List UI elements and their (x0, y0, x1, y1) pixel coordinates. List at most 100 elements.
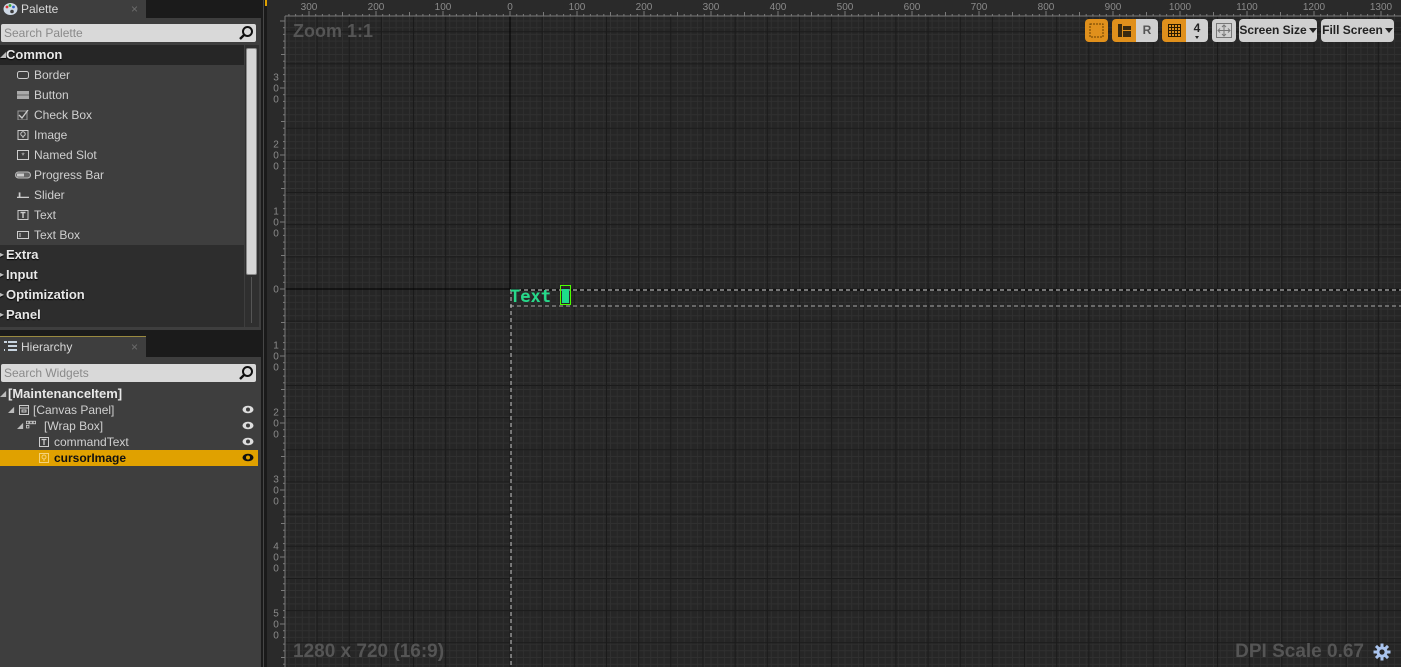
hierarchy-icon (3, 340, 18, 354)
palette-category-panel[interactable]: ▸ Panel (0, 305, 244, 325)
slider-icon (17, 192, 29, 198)
item-label: Image (34, 128, 68, 142)
dpi-scale-label: DPI Scale 0.67 (1235, 641, 1364, 662)
palette-icon (3, 2, 18, 16)
palette-item-button[interactable]: Button (0, 85, 244, 105)
palette-category-optimization[interactable]: ▸ Optimization (0, 285, 244, 305)
close-icon[interactable]: × (131, 0, 138, 18)
expanded-arrow-icon[interactable]: ◢ (0, 386, 6, 402)
palette-item-text-box[interactable]: Text Box (0, 225, 244, 245)
tree-node-wrap-box[interactable]: ◢ [Wrap Box] (0, 418, 258, 434)
ruler-h-label: 200 (368, 2, 385, 13)
tree-node-canvas-panel[interactable]: ◢ [Canvas Panel] (0, 402, 258, 418)
category-label: Optimization (6, 287, 85, 302)
ruler-v-label: 5 (273, 609, 279, 620)
gear-icon[interactable] (1373, 643, 1391, 661)
palette-scrollbar[interactable] (245, 45, 259, 327)
tree-node-root[interactable]: ◢ [MaintenanceItem] (0, 386, 258, 402)
palette-search[interactable] (1, 24, 256, 42)
hierarchy-search-input[interactable] (1, 364, 231, 382)
ruler-h-label: 100 (569, 2, 586, 13)
palette-panel: ◢ Common Border Button Check Box (0, 18, 261, 330)
respect-locks-toggle[interactable] (1112, 19, 1136, 42)
expanded-arrow-icon[interactable]: ◢ (8, 402, 14, 418)
tree-node-label: [Canvas Panel] (33, 403, 115, 417)
ruler-h-label: 0 (507, 2, 513, 13)
ruler-h-label: 1300 (1370, 2, 1393, 13)
search-icon[interactable] (238, 365, 254, 381)
item-label: Button (34, 88, 69, 102)
palette-category-extra[interactable]: ▸ Extra (0, 245, 244, 265)
tree-node-command-text[interactable]: commandText (0, 434, 258, 450)
tab-palette-label: Palette (21, 2, 59, 16)
palette-tabbar: Palette × (0, 0, 263, 18)
palette-item-image[interactable]: Image (0, 125, 244, 145)
ruler-h-label: 500 (837, 2, 854, 13)
item-label: Check Box (34, 108, 93, 122)
palette-category-common[interactable]: ◢ Common (0, 45, 244, 65)
grid-snap-value-dropdown[interactable]: 4 (1186, 19, 1208, 42)
palette-scrollbar-thumb[interactable] (246, 48, 257, 275)
zoom-level-label: Zoom 1:1 (293, 21, 374, 41)
border-icon (17, 71, 29, 79)
fill-screen-dropdown[interactable]: Fill Screen (1321, 19, 1394, 42)
widget-blueprint-editor: Palette × ◢ Common Border (0, 0, 1401, 667)
hierarchy-tabbar: Hierarchy × (0, 336, 263, 357)
grid-snap-toggle[interactable] (1162, 19, 1186, 42)
item-label: Text Box (34, 228, 81, 242)
screen-size-dropdown[interactable]: Screen Size (1239, 19, 1317, 42)
text-icon (17, 210, 29, 220)
hierarchy-search[interactable] (1, 364, 256, 382)
tree-node-label: commandText (54, 435, 129, 449)
palette-item-border[interactable]: Border (0, 65, 244, 85)
palette-item-check-box[interactable]: Check Box (0, 105, 244, 125)
eye-icon[interactable] (242, 453, 254, 462)
palette-list: ◢ Common Border Button Check Box Image *… (0, 45, 244, 327)
designer-canvas[interactable]: 300 200 100 0 100 200 300 400 500 600 700 800 900 100… (267, 0, 1401, 667)
palette-search-input[interactable] (1, 24, 231, 42)
designer-grid: 300 200 100 0 100 200 300 400 500 600 700 800 900 100… (267, 0, 1401, 667)
category-label: Panel (6, 307, 41, 322)
scrollbar-track-line (251, 277, 252, 323)
grid-icon (1167, 24, 1181, 37)
close-icon[interactable]: × (131, 337, 138, 358)
eye-icon[interactable] (242, 405, 254, 414)
zoom-to-fit-button[interactable] (1212, 19, 1236, 42)
ruler-v-label: 2 (273, 140, 279, 151)
item-label: Slider (34, 188, 65, 202)
item-label: Progress Bar (34, 168, 105, 182)
palette-item-slider[interactable]: Slider (0, 185, 244, 205)
category-label: Input (6, 267, 38, 282)
palette-item-named-slot[interactable]: * Named Slot (0, 145, 244, 165)
search-icon[interactable] (238, 25, 254, 41)
eye-icon[interactable] (242, 421, 254, 430)
collapsed-arrow-icon: ▸ (0, 290, 5, 299)
palette-category-input[interactable]: ▸ Input (0, 265, 244, 285)
screen-size-label: Screen Size (1239, 23, 1307, 37)
command-text-widget[interactable]: Text (510, 287, 551, 307)
ruler-v-label: 3 (273, 475, 279, 486)
button-icon (17, 91, 29, 99)
tab-palette[interactable]: Palette × (0, 0, 146, 18)
ruler-v-label: 1 (273, 207, 279, 218)
progress-bar-icon (15, 171, 31, 179)
canvas-panel-icon (19, 405, 29, 415)
collapsed-arrow-icon: ▸ (0, 310, 5, 319)
text-box-icon (17, 231, 29, 239)
ruler-v-label: 0 (273, 151, 279, 162)
tab-hierarchy[interactable]: Hierarchy × (0, 336, 146, 357)
image-icon (17, 130, 29, 140)
ruler-v-label: 0 (273, 620, 279, 631)
ruler-h-label: 700 (971, 2, 988, 13)
expanded-arrow-icon[interactable]: ◢ (17, 418, 23, 434)
cursor-image-widget[interactable] (560, 285, 571, 305)
chevron-down-icon (1308, 28, 1317, 34)
eye-icon[interactable] (242, 437, 254, 446)
ruler-v-label: 3 (273, 73, 279, 84)
ruler-v-label: 2 (273, 408, 279, 419)
show-outlines-toggle[interactable] (1085, 19, 1108, 42)
palette-item-text[interactable]: Text (0, 205, 244, 225)
palette-item-progress-bar[interactable]: Progress Bar (0, 165, 244, 185)
respect-locks-button[interactable]: R (1136, 19, 1158, 42)
tree-node-cursor-image[interactable]: cursorImage (0, 450, 258, 466)
